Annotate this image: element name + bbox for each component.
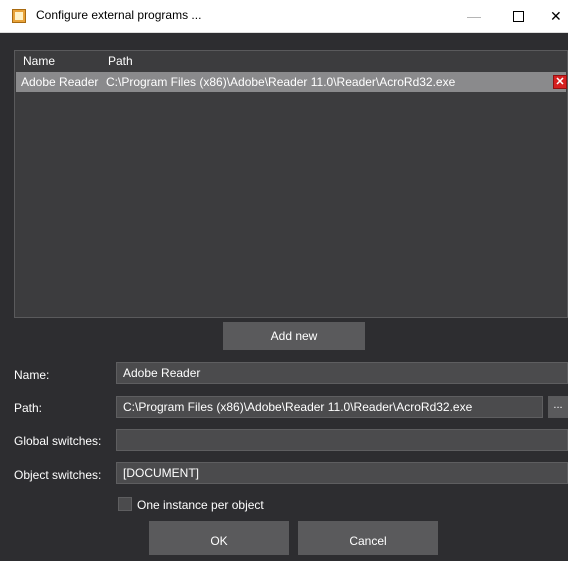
maximize-button[interactable] xyxy=(496,0,540,32)
ok-button[interactable]: OK xyxy=(149,521,289,555)
maximize-icon xyxy=(512,10,524,22)
window-title: Configure external programs ... xyxy=(36,8,202,22)
path-label: Path: xyxy=(14,401,43,415)
object-switches-label: Object switches: xyxy=(14,468,102,482)
list-item-name: Adobe Reader xyxy=(21,75,99,89)
name-label: Name: xyxy=(14,368,50,382)
one-instance-label[interactable]: One instance per object xyxy=(137,498,264,512)
object-switches-field[interactable]: [DOCUMENT] xyxy=(116,462,568,484)
name-field[interactable]: Adobe Reader xyxy=(116,362,568,384)
list-item[interactable]: Adobe Reader C:\Program Files (x86)\Adob… xyxy=(16,72,567,92)
title-bar: Configure external programs ... — ✕ xyxy=(0,0,568,33)
app-icon xyxy=(12,9,26,23)
browse-button[interactable]: ... xyxy=(548,396,568,418)
one-instance-checkbox[interactable] xyxy=(118,497,132,511)
column-header-name[interactable]: Name xyxy=(23,54,55,68)
delete-icon[interactable]: ✕ xyxy=(553,75,567,89)
global-switches-field[interactable] xyxy=(116,429,568,451)
column-header-path[interactable]: Path xyxy=(108,54,133,68)
minimize-button[interactable]: — xyxy=(452,0,496,32)
global-switches-label: Global switches: xyxy=(14,434,102,448)
external-programs-list[interactable]: Name Path Adobe Reader C:\Program Files … xyxy=(14,50,568,318)
path-field[interactable]: C:\Program Files (x86)\Adobe\Reader 11.0… xyxy=(116,396,543,418)
list-header: Name Path xyxy=(15,51,567,71)
close-button[interactable]: ✕ xyxy=(540,0,568,32)
cancel-button[interactable]: Cancel xyxy=(298,521,438,555)
list-item-path: C:\Program Files (x86)\Adobe\Reader 11.0… xyxy=(106,75,456,89)
add-new-button[interactable]: Add new xyxy=(223,322,365,350)
